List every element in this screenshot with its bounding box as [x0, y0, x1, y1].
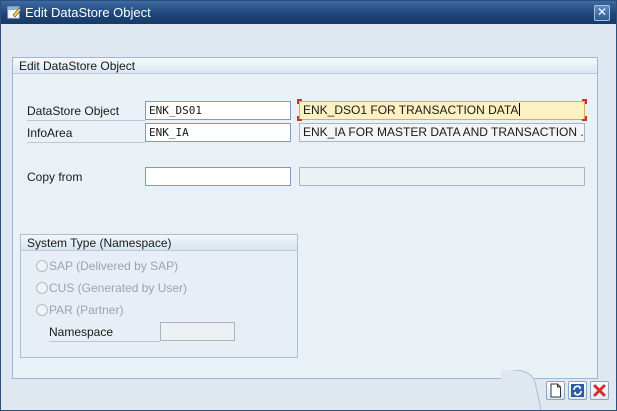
focus-corner — [582, 99, 587, 104]
radio-button-icon — [36, 260, 48, 272]
namespace-label: Namespace — [49, 325, 114, 339]
datastore-object-description-input[interactable]: ENK_DSO1 FOR TRANSACTION DATA — [299, 101, 585, 120]
label-underline — [49, 341, 160, 342]
focus-corner — [297, 99, 302, 104]
label-underline — [27, 120, 145, 121]
radio-label: SAP (Delivered by SAP) — [49, 259, 179, 273]
datastore-object-input[interactable]: ENK_DS01 — [145, 101, 291, 120]
radio-sap[interactable]: SAP (Delivered by SAP) — [36, 259, 178, 275]
close-icon: ✕ — [596, 5, 608, 19]
group-header: Edit DataStore Object — [13, 58, 597, 74]
toolbar-curve — [501, 370, 541, 410]
radio-cus[interactable]: CUS (Generated by User) — [36, 281, 187, 297]
title-bar: Edit DataStore Object ✕ — [1, 1, 616, 24]
description-text: ENK_DSO1 FOR TRANSACTION DATA — [303, 103, 519, 117]
new-button[interactable] — [546, 381, 565, 400]
edit-datastore-group: Edit DataStore Object DataStore Object E… — [12, 57, 598, 379]
infoarea-description: ENK_IA FOR MASTER DATA AND TRANSACTION .… — [299, 123, 585, 142]
radio-button-icon — [36, 304, 48, 316]
text-cursor — [519, 103, 521, 116]
radio-button-icon — [36, 282, 48, 294]
close-button[interactable]: ✕ — [594, 5, 610, 21]
label-underline — [27, 142, 145, 143]
bottom-toolbar — [1, 370, 616, 410]
radio-par[interactable]: PAR (Partner) — [36, 303, 123, 319]
focus-corner — [582, 116, 587, 121]
system-type-title: System Type (Namespace) — [27, 236, 172, 250]
namespace-input — [160, 322, 235, 341]
radio-label: CUS (Generated by User) — [49, 281, 188, 295]
cancel-button[interactable] — [590, 381, 609, 400]
radio-label: PAR (Partner) — [49, 303, 124, 317]
copy-from-label: Copy from — [27, 170, 83, 184]
dialog-body: Edit DataStore Object DataStore Object E… — [1, 24, 616, 410]
group-title: Edit DataStore Object — [19, 59, 136, 73]
window-title: Edit DataStore Object — [25, 5, 151, 20]
copy-from-description — [299, 167, 585, 186]
datastore-object-label: DataStore Object — [27, 104, 120, 118]
focus-corner — [297, 116, 302, 121]
edit-window-icon — [7, 5, 22, 19]
system-type-header: System Type (Namespace) — [21, 235, 297, 251]
system-type-group: System Type (Namespace) SAP (Delivered b… — [20, 234, 298, 358]
infoarea-label: InfoArea — [27, 126, 73, 140]
copy-from-input[interactable] — [145, 167, 291, 186]
refresh-button[interactable] — [568, 381, 587, 400]
infoarea-input[interactable]: ENK_IA — [145, 123, 291, 142]
dialog-window: Edit DataStore Object ✕ Edit DataStore O… — [0, 0, 617, 411]
